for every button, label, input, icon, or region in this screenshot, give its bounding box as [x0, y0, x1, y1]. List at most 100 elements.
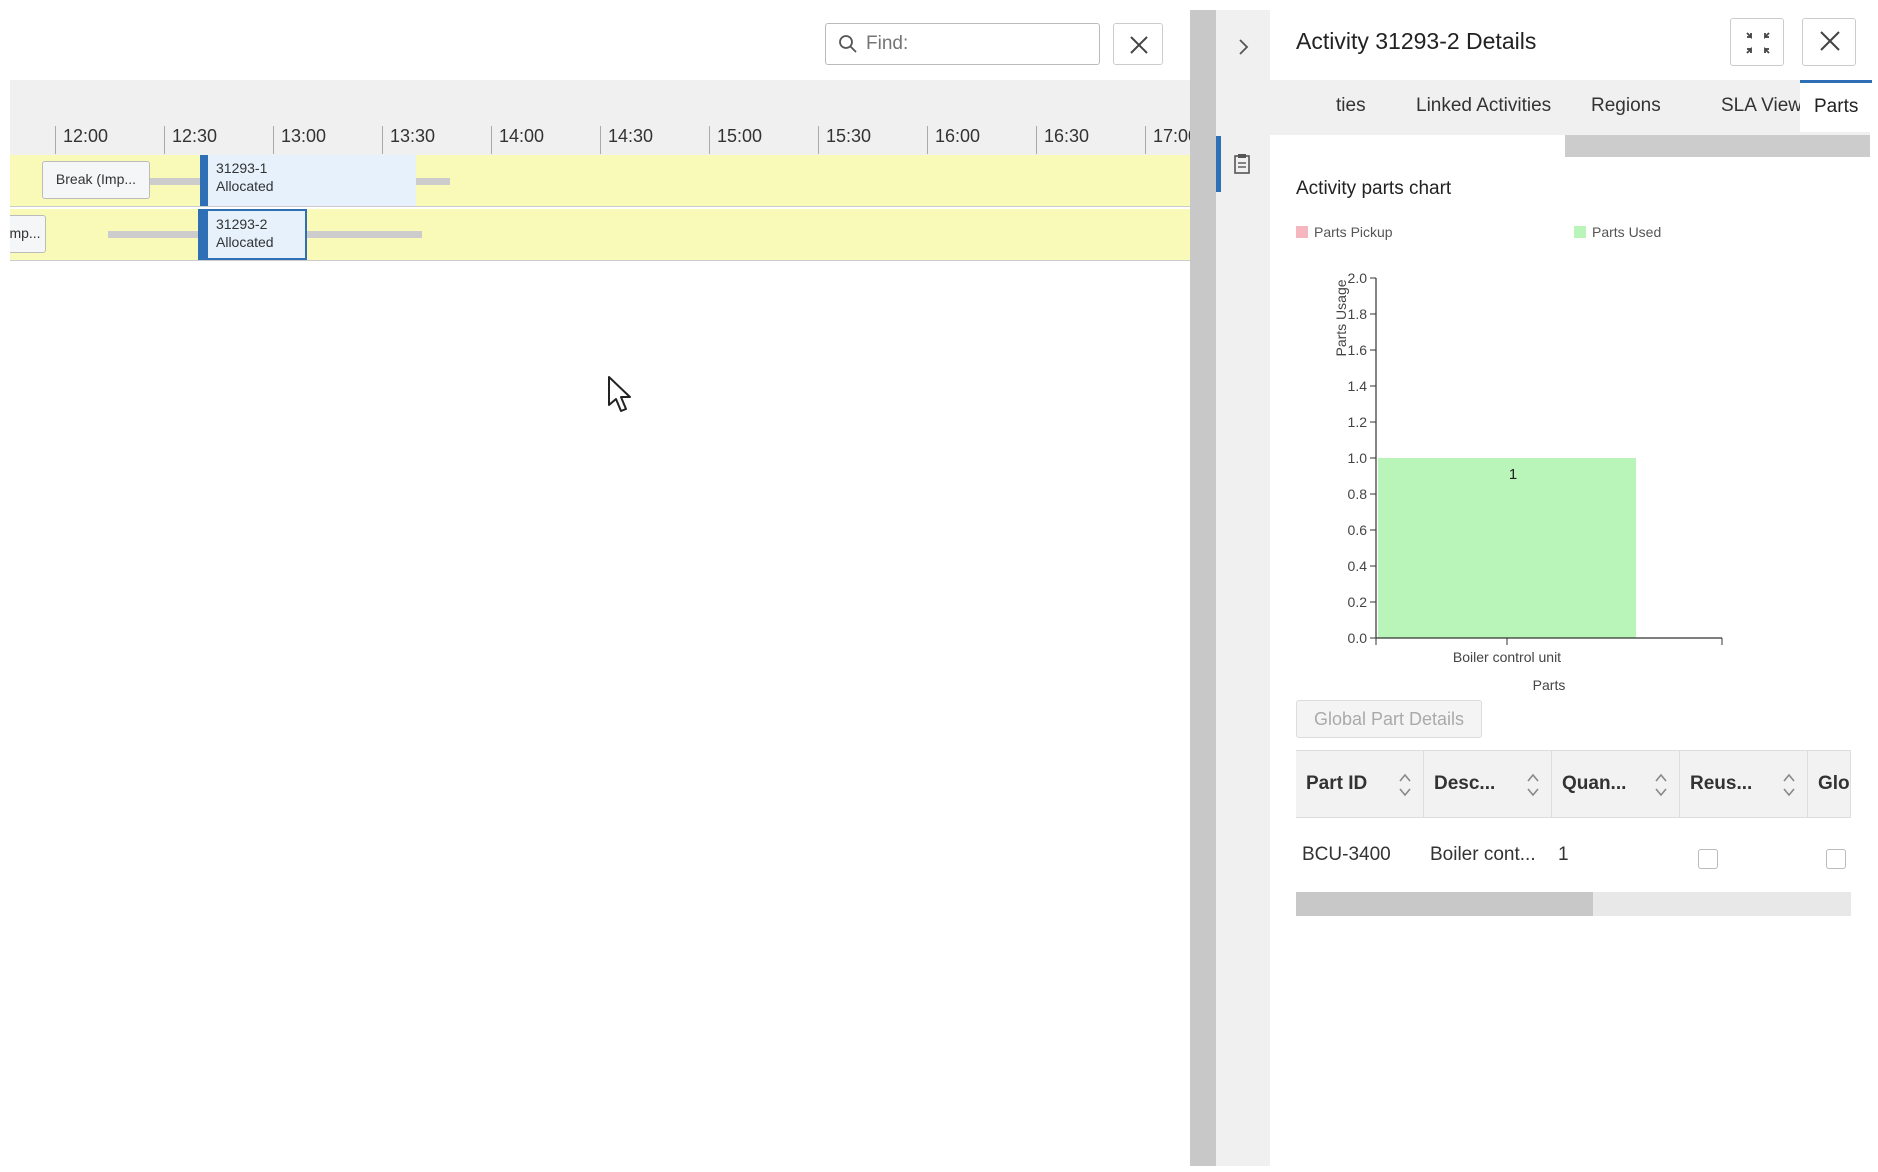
column-header-label: Quan... — [1562, 773, 1627, 794]
column-header-label: Reus... — [1690, 773, 1753, 794]
legend-item: Parts Pickup — [1296, 224, 1393, 240]
gantt-view: 12:00 12:30 13:00 13:30 14:00 14:30 15:00 15:30… — [10, 10, 1190, 1166]
timeline-tick-label: 12:30 — [172, 126, 218, 146]
timeline-tick-label: 15:00 — [717, 126, 763, 146]
y-tick-label: 1.2 — [1348, 414, 1368, 430]
y-tick-label: 2.0 — [1348, 270, 1368, 286]
find-input[interactable] — [866, 28, 1091, 60]
timeline-tick — [818, 126, 819, 154]
y-tick-label: 0.4 — [1348, 558, 1368, 574]
collapse-icon — [1746, 32, 1770, 54]
tabs-scrollbar[interactable] — [1565, 135, 1870, 157]
scrollbar-thumb[interactable] — [1296, 892, 1593, 916]
chart-bar — [1378, 458, 1636, 638]
reusable-checkbox[interactable] — [1698, 849, 1718, 869]
find-field[interactable] — [825, 23, 1100, 65]
y-tick-label: 0.0 — [1348, 630, 1368, 646]
timeline-tick — [55, 126, 56, 154]
activity-block-selected[interactable]: 31293-2 Allocated — [198, 209, 307, 260]
y-tick-label: 1.6 — [1348, 342, 1368, 358]
legend-swatch — [1574, 226, 1586, 238]
side-rail — [1216, 10, 1270, 1166]
activity-id: 31293-1 — [216, 160, 268, 176]
mouse-cursor-icon — [608, 376, 631, 412]
timeline-tick-label: 16:30 — [1044, 126, 1090, 146]
legend-swatch — [1296, 226, 1308, 238]
data-label: 1 — [1509, 466, 1517, 483]
y-tick-label: 1.8 — [1348, 306, 1368, 322]
search-icon — [839, 35, 857, 53]
timeline-tick-label: 16:00 — [935, 126, 981, 146]
y-tick-label: 1.4 — [1348, 378, 1368, 394]
tab-partial[interactable]: ties — [1336, 80, 1366, 132]
activity-marker — [200, 211, 208, 258]
timeline-tick-label: 14:00 — [499, 126, 545, 146]
timeline-tick-label: 14:30 — [608, 126, 654, 146]
activity-details-panel: Activity 31293-2 Details ties Linked Act… — [1216, 10, 1873, 1166]
timeline-tick — [709, 126, 710, 154]
activity-id: 31293-2 — [216, 216, 268, 232]
cell-description: Boiler cont... — [1430, 844, 1536, 865]
sort-icon[interactable] — [1399, 771, 1411, 799]
timeline-tick — [600, 126, 601, 154]
activity-status: Allocated — [216, 234, 274, 250]
column-header[interactable]: Glol — [1808, 751, 1851, 817]
column-header[interactable]: Part ID — [1296, 751, 1424, 817]
y-tick-label: 0.6 — [1348, 522, 1368, 538]
sort-icon[interactable] — [1655, 771, 1667, 799]
y-tick-label: 1.0 — [1348, 450, 1368, 466]
tab-linked-activities[interactable]: Linked Activities — [1416, 80, 1551, 132]
column-header-label: Desc... — [1434, 773, 1496, 794]
legend-item: Parts Used — [1574, 224, 1661, 240]
clipboard-icon[interactable] — [1233, 153, 1251, 175]
table-scrollbar[interactable] — [1296, 892, 1851, 916]
y-tick-label: 0.2 — [1348, 594, 1368, 610]
timeline-tick — [927, 126, 928, 154]
table-row[interactable]: BCU-3400 Boiler cont... 1 — [1296, 825, 1851, 885]
close-icon — [1130, 36, 1148, 54]
rail-active-indicator — [1216, 136, 1221, 192]
timeline-tick — [164, 126, 165, 154]
timeline-tick — [382, 126, 383, 154]
activity-marker — [200, 155, 208, 206]
break-block[interactable]: mp... — [10, 215, 46, 253]
y-axis-label: Parts Usage — [1333, 279, 1349, 356]
global-part-details-button[interactable]: Global Part Details — [1296, 700, 1482, 738]
timeline-tick — [1036, 126, 1037, 154]
close-icon — [1820, 31, 1840, 51]
column-header[interactable]: Quan... — [1552, 751, 1680, 817]
column-header[interactable]: Desc... — [1424, 751, 1552, 817]
timeline-tick — [273, 126, 274, 154]
parts-chart: 1 0.0 0.2 0.4 0.6 0.8 1.0 1.2 1.4 1.6 1.8 2.0 Boiler… — [1333, 270, 1723, 693]
panel-title: Activity 31293-2 Details — [1296, 28, 1537, 54]
cell-quantity: 1 — [1558, 844, 1569, 865]
chevron-right-icon[interactable] — [1233, 37, 1253, 57]
global-checkbox[interactable] — [1826, 849, 1846, 869]
collapse-button[interactable] — [1730, 18, 1784, 66]
panel-splitter[interactable] — [1190, 10, 1216, 1166]
find-close-button[interactable] — [1113, 23, 1163, 65]
details-tabs: ties Linked Activities Regions SLA Viewe… — [1216, 80, 1873, 135]
close-panel-button[interactable] — [1802, 18, 1856, 66]
resource-row: Break (Imp... 31293-1 Allocated — [10, 155, 1190, 207]
parts-table-header: Part ID Desc... Quan... Reus... Glol — [1296, 750, 1851, 818]
timeline-tick-label: 13:30 — [390, 126, 436, 146]
timeline-tick-label: 13:00 — [281, 126, 327, 146]
resource-row: mp... 31293-2 Allocated — [10, 209, 1190, 261]
activity-block[interactable]: 31293-1 Allocated — [200, 155, 416, 206]
sort-icon[interactable] — [1527, 771, 1539, 799]
sort-icon[interactable] — [1783, 771, 1795, 799]
column-header[interactable]: Reus... — [1680, 751, 1808, 817]
column-header-label: Part ID — [1306, 773, 1368, 794]
break-label: Break (Imp... — [55, 171, 137, 187]
tab-regions[interactable]: Regions — [1591, 80, 1661, 132]
activity-status: Allocated — [216, 178, 274, 194]
column-header-label: Glol — [1818, 773, 1850, 794]
legend-label: Parts Pickup — [1314, 224, 1393, 240]
break-label: mp... — [10, 225, 41, 241]
tab-parts[interactable]: Parts — [1800, 80, 1873, 132]
cell-part-id: BCU-3400 — [1302, 844, 1391, 865]
break-block[interactable]: Break (Imp... — [42, 161, 150, 199]
timeline-tick-label: 17:00 — [1153, 126, 1190, 146]
timeline-header: 12:00 12:30 13:00 13:30 14:00 14:30 15:00 15:30… — [10, 80, 1190, 155]
